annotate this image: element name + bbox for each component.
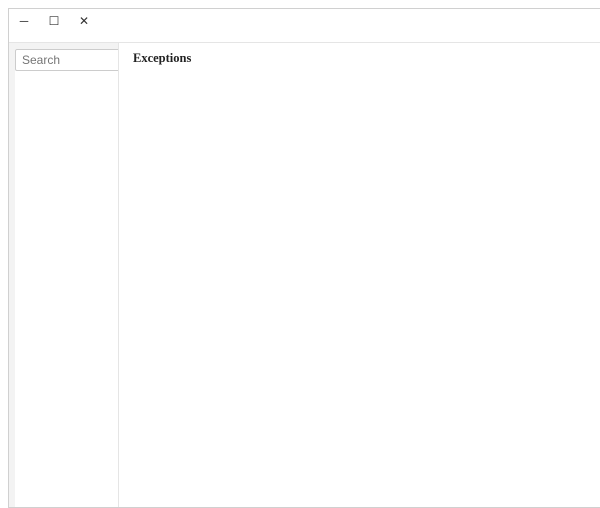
- close-button[interactable]: ✕: [69, 9, 99, 33]
- window-controls: ─ ☐ ✕: [9, 9, 600, 43]
- exceptions-heading: Exceptions: [133, 51, 600, 507]
- body: General Appearance Themes Start Page Tab…: [9, 43, 600, 507]
- maximize-button[interactable]: ☐: [39, 9, 69, 33]
- search-input[interactable]: [15, 49, 119, 71]
- titlebar: Vivaldi Settings: Privacy and Ads ─ ☐ ✕: [9, 9, 600, 43]
- sidebar: General Appearance Themes Start Page Tab…: [9, 43, 119, 507]
- search-container: [15, 49, 119, 507]
- settings-window: Vivaldi Settings: Privacy and Ads ─ ☐ ✕ …: [8, 8, 600, 508]
- main-panel: Exceptions Manage blocking level per sit…: [119, 43, 600, 507]
- minimize-button[interactable]: ─: [9, 9, 39, 33]
